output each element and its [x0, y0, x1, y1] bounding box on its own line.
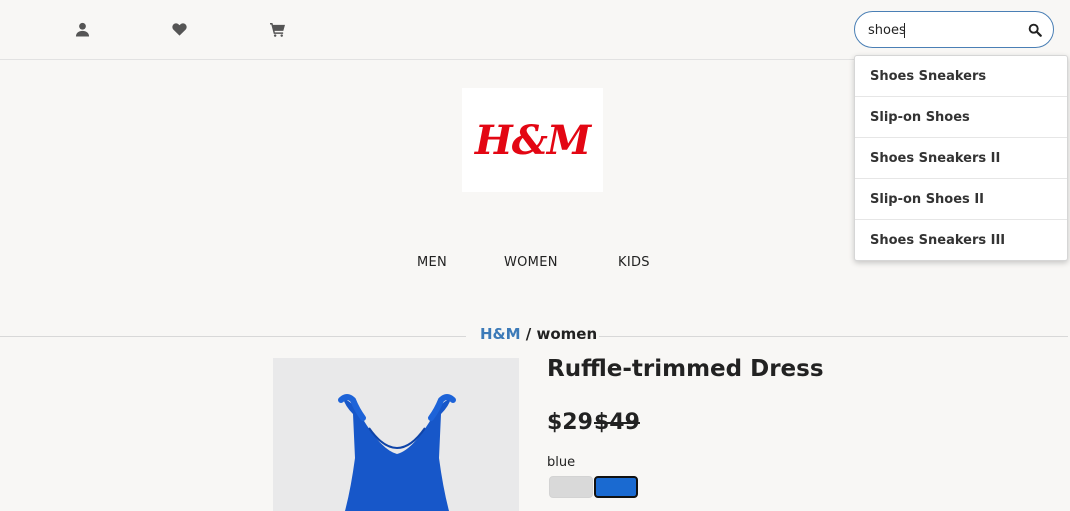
dress-image — [338, 394, 456, 511]
heart-icon[interactable] — [170, 20, 188, 38]
nav-women[interactable]: WOMEN — [504, 255, 558, 270]
user-icon[interactable] — [73, 20, 91, 38]
search-suggestions: Shoes Sneakers Slip-on Shoes Shoes Sneak… — [854, 55, 1068, 261]
logo-text: H&M — [474, 116, 591, 164]
nav-kids[interactable]: KIDS — [618, 255, 650, 270]
breadcrumb: H&M / women — [480, 325, 597, 343]
product-title: Ruffle-trimmed Dress — [547, 356, 824, 382]
cart-icon[interactable] — [268, 20, 286, 38]
search-input[interactable] — [868, 21, 1018, 39]
suggestion-item[interactable]: Shoes Sneakers III — [855, 220, 1067, 261]
search-icon[interactable] — [1027, 22, 1043, 38]
breadcrumb-separator: / — [520, 325, 537, 343]
color-swatch-grey[interactable] — [549, 476, 593, 498]
original-price: $49 — [594, 410, 640, 435]
product-image[interactable] — [273, 358, 519, 511]
color-swatch-blue[interactable] — [594, 476, 638, 498]
current-price: $29 — [547, 410, 593, 435]
search-box — [854, 11, 1054, 48]
breadcrumb-category: women — [536, 325, 598, 343]
suggestion-item[interactable]: Shoes Sneakers — [855, 56, 1067, 97]
suggestion-item[interactable]: Slip-on Shoes — [855, 97, 1067, 138]
nav-men[interactable]: MEN — [417, 255, 447, 270]
divider — [599, 336, 1068, 337]
brand-logo[interactable]: H&M — [462, 88, 603, 192]
top-bar — [0, 0, 1068, 60]
selected-color-label: blue — [547, 455, 576, 470]
suggestion-item[interactable]: Slip-on Shoes II — [855, 179, 1067, 220]
suggestion-item[interactable]: Shoes Sneakers II — [855, 138, 1067, 179]
divider — [0, 336, 466, 337]
breadcrumb-brand-link[interactable]: H&M — [480, 325, 521, 343]
text-caret — [904, 23, 905, 38]
